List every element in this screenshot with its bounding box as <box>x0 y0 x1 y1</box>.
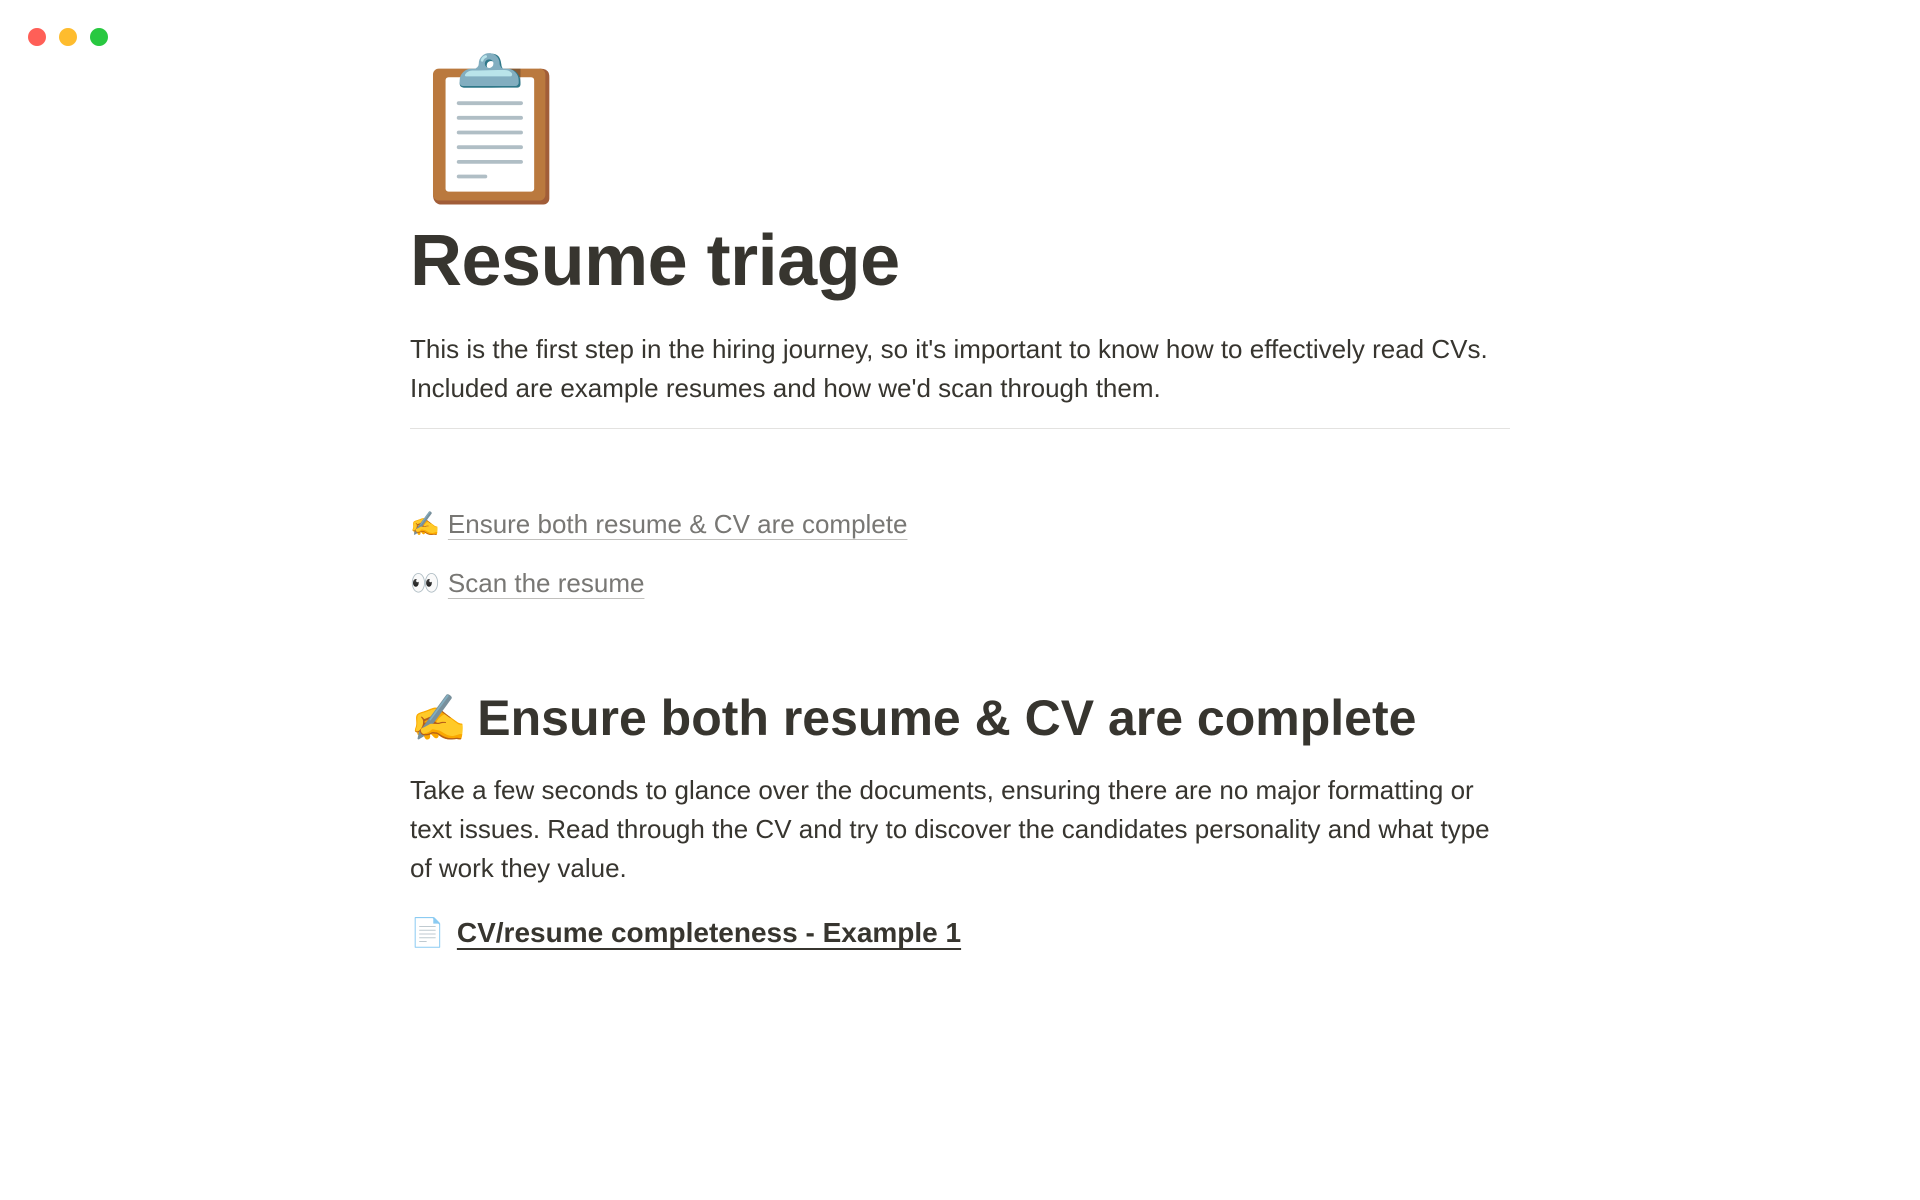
window-controls <box>28 28 108 46</box>
table-of-contents: ✍️ Ensure both resume & CV are complete … <box>410 509 1510 599</box>
page-icon-clipboard[interactable]: 📋 <box>404 60 1510 200</box>
section-heading-text: Ensure both resume & CV are complete <box>477 689 1416 747</box>
page-title[interactable]: Resume triage <box>410 220 1510 302</box>
window-close-button[interactable] <box>28 28 46 46</box>
window-maximize-button[interactable] <box>90 28 108 46</box>
page-content: 📋 Resume triage This is the first step i… <box>250 0 1670 949</box>
writing-hand-icon: ✍️ <box>410 691 467 746</box>
writing-hand-icon: ✍️ <box>410 510 440 539</box>
toc-item-scan-resume[interactable]: 👀 Scan the resume <box>410 568 1510 599</box>
toc-link-label: Scan the resume <box>448 568 645 599</box>
section-heading-ensure-complete: ✍️ Ensure both resume & CV are complete <box>410 689 1510 747</box>
subpage-link-label: CV/resume completeness - Example 1 <box>457 917 961 949</box>
toc-item-ensure-complete[interactable]: ✍️ Ensure both resume & CV are complete <box>410 509 1510 540</box>
toc-link-label: Ensure both resume & CV are complete <box>448 509 908 540</box>
subpage-link-example-1[interactable]: 📄 CV/resume completeness - Example 1 <box>410 916 1510 949</box>
intro-paragraph: This is the first step in the hiring jou… <box>410 330 1510 408</box>
page-icon: 📄 <box>410 916 445 949</box>
window-minimize-button[interactable] <box>59 28 77 46</box>
divider <box>410 428 1510 429</box>
eyes-icon: 👀 <box>410 569 440 598</box>
section-body: Take a few seconds to glance over the do… <box>410 771 1510 888</box>
